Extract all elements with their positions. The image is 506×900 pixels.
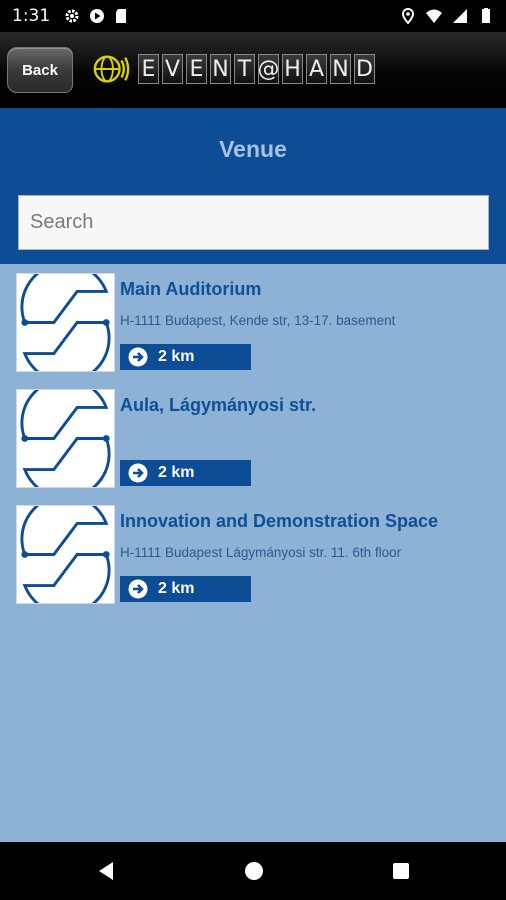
venue-item-main-auditorium[interactable]: Main Auditorium H-1111 Budapest, Kende s…: [16, 261, 496, 384]
distance-badge[interactable]: 2 km: [120, 576, 251, 602]
event-at-hand-logo: E V E N T @ H A N D: [92, 50, 375, 88]
venue-s-logo-icon: [20, 377, 111, 500]
venue-logo-image: [16, 377, 115, 500]
distance-badge[interactable]: 2 km: [120, 344, 251, 370]
back-triangle-icon[interactable]: [95, 860, 117, 882]
logo-letter: D: [354, 54, 375, 84]
venue-logo-image: [16, 493, 115, 616]
sd-card-icon: [116, 9, 127, 23]
venue-address: H-1111 Budapest Lágymányosi str. 11. 6th…: [120, 545, 402, 560]
logo-letter: A: [306, 54, 327, 84]
status-bar: 1:31: [0, 0, 506, 32]
logo-letter: E: [186, 54, 207, 84]
globe-logo-icon: [93, 55, 130, 83]
search-input[interactable]: [18, 195, 489, 250]
play-store-icon: [90, 9, 105, 23]
distance-label: 2 km: [158, 348, 195, 365]
venue-s-logo-icon: [20, 493, 111, 616]
wifi-icon: [426, 9, 442, 23]
venue-item-aula[interactable]: Aula, Lágymányosi str. 2 km: [16, 377, 496, 500]
venue-list: Main Auditorium H-1111 Budapest, Kende s…: [0, 261, 506, 842]
venue-logo-image: [16, 261, 115, 384]
arrow-right-circle-icon: [128, 579, 148, 599]
distance-label: 2 km: [158, 580, 195, 597]
venue-item-innovation-space[interactable]: Innovation and Demonstration Space H-111…: [16, 493, 496, 616]
logo-letter: V: [162, 54, 183, 84]
distance-badge[interactable]: 2 km: [120, 460, 251, 486]
venue-name: Innovation and Demonstration Space: [120, 511, 439, 531]
venue-s-logo-icon: [20, 261, 111, 384]
logo-letter: N: [210, 54, 231, 84]
distance-label: 2 km: [158, 464, 195, 481]
recents-square-icon[interactable]: [390, 860, 412, 882]
status-left-icons: [64, 8, 130, 24]
logo-letter: E: [138, 54, 159, 84]
venue-name: Main Auditorium: [120, 279, 262, 299]
page-title: Venue: [219, 136, 287, 162]
logo-letter: T: [234, 54, 255, 84]
arrow-right-circle-icon: [128, 463, 148, 483]
battery-icon: [482, 8, 490, 23]
logo-letter: N: [330, 54, 351, 84]
gear-icon: [65, 9, 79, 23]
arrow-right-circle-icon: [128, 347, 148, 367]
signal-icon: [453, 9, 467, 23]
location-icon: [401, 8, 415, 24]
venue-name: Aula, Lágymányosi str.: [120, 395, 317, 415]
title-band: Venue: [0, 108, 506, 264]
back-button[interactable]: Back: [7, 47, 73, 93]
venue-address: H-1111 Budapest, Kende str, 13-17. basem…: [120, 313, 396, 328]
logo-letter: H: [282, 54, 303, 84]
home-circle-icon[interactable]: [243, 860, 265, 882]
status-right-icons: [400, 8, 494, 24]
navigation-bar: [0, 842, 506, 900]
app-header: Back E V E N T @ H A N D: [0, 32, 506, 108]
logo-letter: @: [258, 54, 280, 84]
logo-wordmark: E V E N T @ H A N D: [138, 54, 375, 84]
status-time: 1:31: [12, 6, 51, 26]
